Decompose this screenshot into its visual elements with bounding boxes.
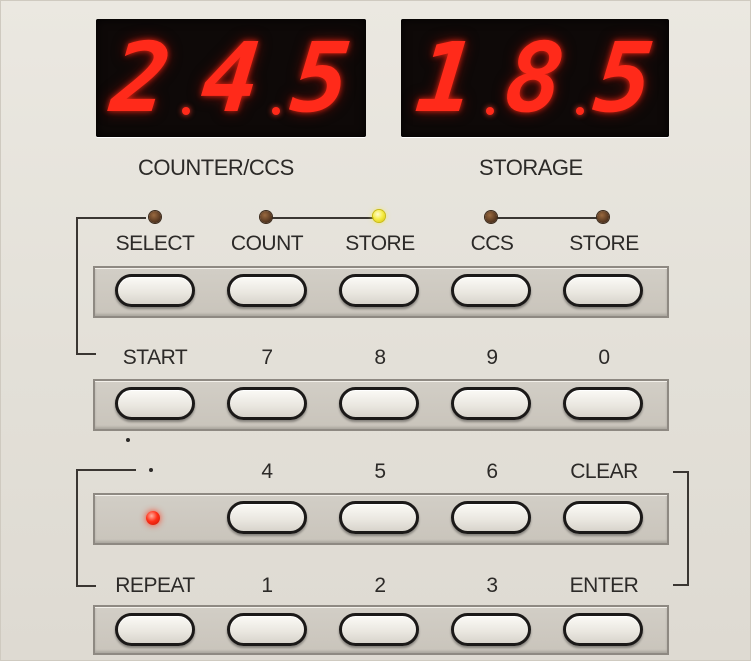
select-start-bracket: [76, 217, 78, 355]
key-9-label: 9: [486, 346, 498, 369]
key-5-button[interactable]: [339, 501, 419, 534]
clear-enter-bracket-bottom: [673, 584, 689, 586]
counter-display: 2 4 5: [96, 19, 366, 137]
storage-display-label: STORAGE: [479, 155, 583, 180]
key-5-label: 5: [374, 460, 386, 483]
key-1-button[interactable]: [227, 613, 307, 646]
key-7-button[interactable]: [227, 387, 307, 420]
key-4-label: 4: [261, 460, 273, 483]
repeat-bracket: [76, 469, 78, 587]
enter-button[interactable]: [563, 613, 643, 646]
decimal-point: [271, 107, 280, 115]
clear-enter-bracket: [687, 471, 689, 585]
select-start-bracket-bottom: [76, 353, 96, 355]
start-label: START: [122, 346, 188, 369]
select-label: SELECT: [115, 232, 195, 255]
counter-display-label: COUNTER/CCS: [138, 155, 294, 180]
count-store-link-line: [271, 217, 381, 219]
key-2-label: 2: [374, 574, 386, 597]
clear-button[interactable]: [563, 501, 643, 534]
counter-digit-3: 5: [286, 22, 356, 134]
ccs-store-link-line: [493, 217, 605, 219]
count-indicator-led: [260, 211, 272, 223]
key-9-button[interactable]: [451, 387, 531, 420]
key-7-label: 7: [261, 346, 273, 369]
decimal-point: [575, 107, 584, 115]
select-button[interactable]: [115, 274, 195, 307]
storage-digit-2: 8: [500, 22, 570, 134]
clear-label: CLEAR: [570, 460, 638, 483]
key-8-label: 8: [374, 346, 386, 369]
key-6-button[interactable]: [451, 501, 531, 534]
control-panel: 2 4 5 1 8 5 COUNTER/CCS STORAGE SELECT C…: [0, 0, 751, 661]
start-button[interactable]: [115, 387, 195, 420]
clear-enter-bracket-top: [673, 471, 689, 473]
marker-dot: [126, 438, 130, 442]
repeat-label: REPEAT: [115, 574, 195, 597]
repeat-bracket-bottom: [76, 585, 96, 587]
store-label: STORE: [345, 232, 415, 255]
key-0-label: 0: [598, 346, 610, 369]
storage-display: 1 8 5: [401, 19, 669, 137]
key-3-button[interactable]: [451, 613, 531, 646]
key-6-label: 6: [486, 460, 498, 483]
key-8-button[interactable]: [339, 387, 419, 420]
enter-label: ENTER: [569, 574, 639, 597]
storage-store-label: STORE: [569, 232, 639, 255]
key-2-button[interactable]: [339, 613, 419, 646]
key-1-label: 1: [261, 574, 273, 597]
repeat-bracket-top: [76, 469, 136, 471]
ccs-label: CCS: [470, 232, 514, 255]
store-button[interactable]: [339, 274, 419, 307]
key-0-button[interactable]: [563, 387, 643, 420]
select-indicator-led: [149, 211, 161, 223]
marker-dot: [149, 468, 153, 472]
status-red-led: [146, 511, 160, 525]
storage-digit-3: 5: [589, 22, 660, 134]
select-start-bracket-top: [76, 217, 146, 219]
store-indicator-led: [373, 210, 385, 222]
storage-digit-1: 1: [410, 22, 481, 134]
count-button[interactable]: [227, 274, 307, 307]
key-4-button[interactable]: [227, 501, 307, 534]
counter-digit-1: 2: [106, 22, 176, 134]
decimal-point: [181, 107, 190, 115]
counter-digit-2: 4: [196, 22, 266, 134]
ccs-indicator-led: [485, 211, 497, 223]
decimal-point: [486, 107, 495, 115]
storage-store-button[interactable]: [563, 274, 643, 307]
key-3-label: 3: [486, 574, 498, 597]
storage-store-indicator-led: [597, 211, 609, 223]
ccs-button[interactable]: [451, 274, 531, 307]
count-label: COUNT: [230, 232, 304, 255]
repeat-button[interactable]: [115, 613, 195, 646]
